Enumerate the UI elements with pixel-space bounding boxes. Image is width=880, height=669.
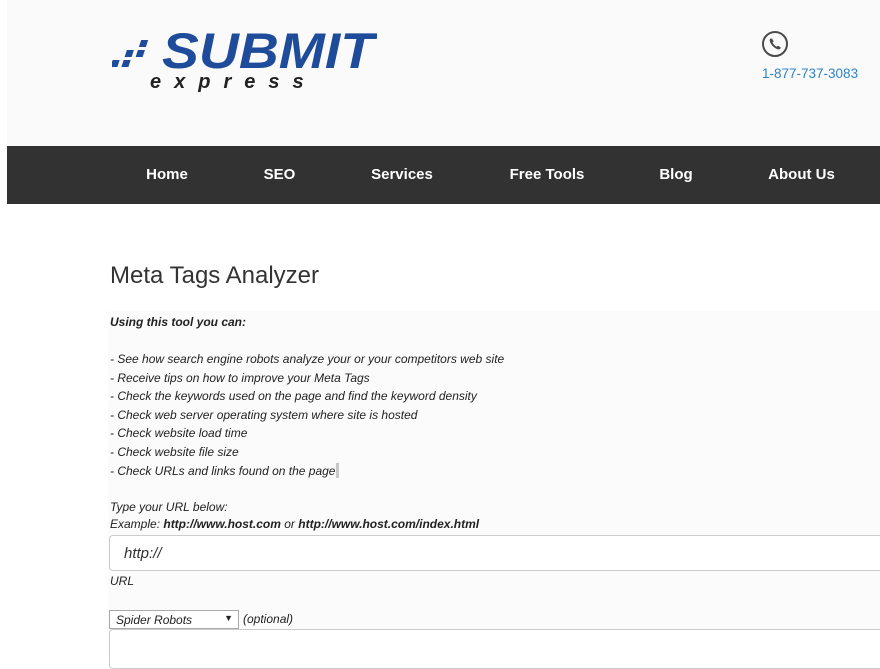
url-label: URL [110, 574, 135, 588]
example-url-1: http://www.host.com [163, 517, 281, 531]
feature-item: - Check website file size [110, 444, 239, 459]
feature-item-text: - Check URLs and links found on the page [110, 463, 336, 478]
optional-label: (optional) [243, 612, 294, 626]
phone-icon [762, 31, 788, 57]
main-navigation: Home SEO Services Free Tools Blog About … [7, 146, 880, 204]
logo-dot [121, 60, 131, 67]
nav-item-about-us[interactable]: About Us [759, 146, 844, 204]
logo-dot [112, 60, 120, 67]
feature-item: - See how search engine robots analyze y… [110, 352, 505, 366]
chevron-down-icon: ▼ [224, 613, 233, 623]
feature-item: - Check web server operating system wher… [110, 407, 418, 422]
nav-item-free-tools[interactable]: Free Tools [497, 146, 597, 204]
nav-item-seo[interactable]: SEO [257, 146, 302, 204]
page: SUBMIT express 1-877-737-3083 Home SEO S… [0, 0, 880, 669]
feature-item: - Check the keywords used on the page an… [110, 389, 477, 404]
feature-item: - Check website load time [110, 426, 248, 441]
feature-list: - See how search engine robots analyze y… [110, 350, 504, 480]
example-text: Example: http://www.host.com or http://w… [110, 517, 479, 531]
nav-item-services[interactable]: Services [362, 146, 442, 204]
spider-textarea[interactable] [109, 629, 880, 669]
example-url-2: http://www.host.com/index.html [298, 517, 480, 531]
phone-number[interactable]: 1-877-737-3083 [762, 66, 858, 81]
logo-dot [135, 50, 145, 57]
text-cursor [336, 462, 340, 478]
type-url-label: Type your URL below: [110, 500, 228, 514]
nav-item-blog[interactable]: Blog [647, 146, 705, 204]
url-input[interactable] [109, 535, 880, 571]
nav-item-home[interactable]: Home [137, 146, 197, 204]
page-title: Meta Tags Analyzer [110, 262, 320, 289]
example-prefix: Example: [110, 517, 164, 531]
feature-item-last: - Check URLs and links found on the page [110, 462, 504, 481]
spider-robots-select[interactable]: Spider Robots ▼ [109, 610, 239, 629]
example-separator: or [280, 517, 299, 531]
logo-tagline: express [150, 71, 317, 92]
logo-dot [124, 50, 134, 57]
select-value: Spider Robots [116, 613, 193, 627]
intro-text: Using this tool you can: [110, 315, 247, 329]
submit-express-logo[interactable]: SUBMIT express [112, 22, 377, 92]
logo-dot [138, 40, 149, 47]
feature-item: - Receive tips on how to improve your Me… [110, 370, 370, 385]
